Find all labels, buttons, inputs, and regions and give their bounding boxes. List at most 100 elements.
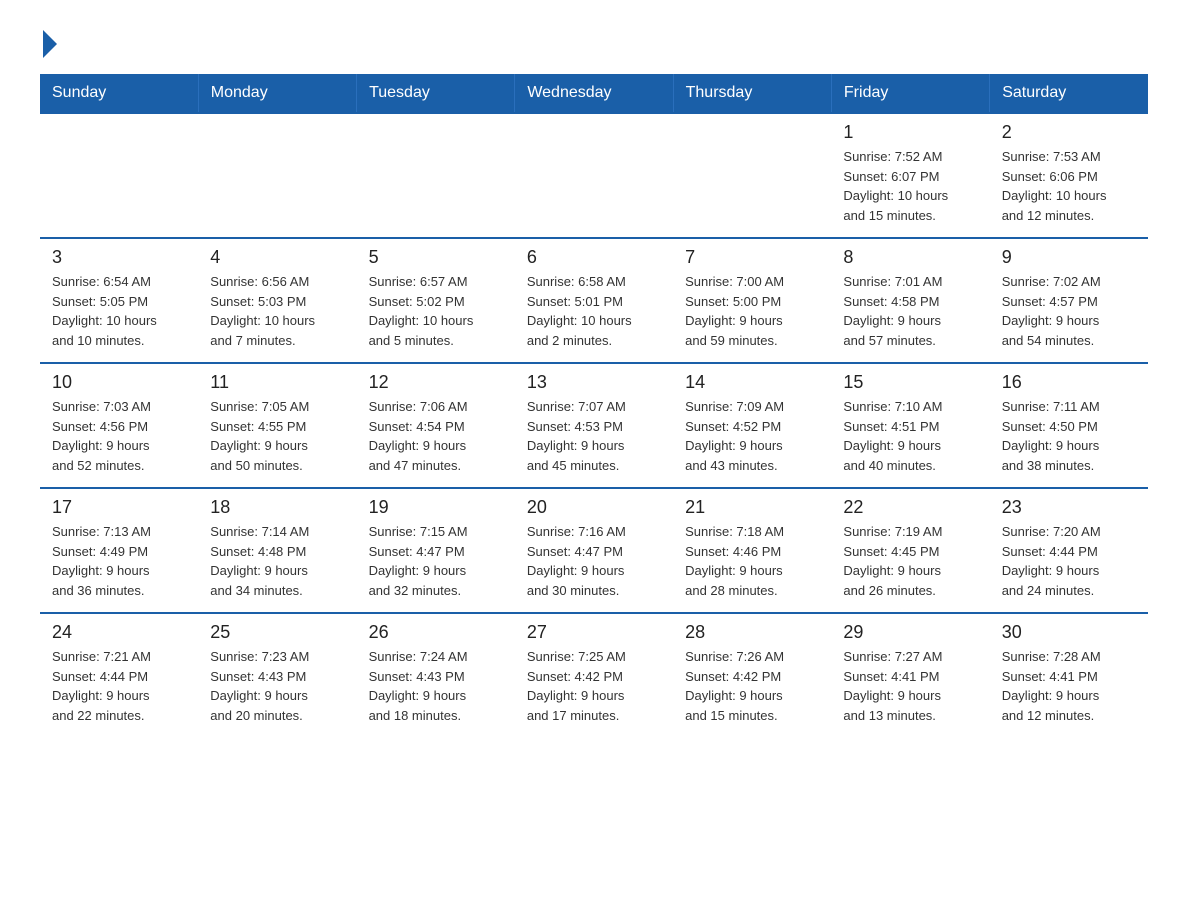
day-info: Sunrise: 7:00 AM Sunset: 5:00 PM Dayligh… (685, 272, 819, 350)
calendar-cell (357, 113, 515, 238)
calendar-week-row: 24Sunrise: 7:21 AM Sunset: 4:44 PM Dayli… (40, 613, 1148, 737)
day-info: Sunrise: 6:54 AM Sunset: 5:05 PM Dayligh… (52, 272, 186, 350)
calendar-cell: 23 Sunrise: 7:20 AM Sunset: 4:44 PM Dayli… (990, 488, 1148, 613)
day-header-wednesday: Wednesday (515, 74, 673, 113)
day-info: Sunrise: 7:07 AM Sunset: 4:53 PM Dayligh… (527, 397, 661, 475)
calendar-cell: 27 Sunrise: 7:25 AM Sunset: 4:42 PM Dayli… (515, 613, 673, 737)
day-number: 29 (843, 622, 977, 643)
calendar-week-row: 3 Sunrise: 6:54 AM Sunset: 5:05 PM Daylig… (40, 238, 1148, 363)
calendar-cell: 20Sunrise: 7:16 AM Sunset: 4:47 PM Dayli… (515, 488, 673, 613)
day-info: Sunrise: 7:03 AM Sunset: 4:56 PM Dayligh… (52, 397, 186, 475)
day-info: Sunrise: 7:06 AM Sunset: 4:54 PM Dayligh… (369, 397, 503, 475)
calendar-cell: 15 Sunrise: 7:10 AM Sunset: 4:51 PM Dayli… (831, 363, 989, 488)
day-number: 23 (1002, 497, 1136, 518)
calendar-cell: 26 Sunrise: 7:24 AM Sunset: 4:43 PM Dayli… (357, 613, 515, 737)
day-header-monday: Monday (198, 74, 356, 113)
day-number: 2 (1002, 122, 1136, 143)
day-info: Sunrise: 7:25 AM Sunset: 4:42 PM Dayligh… (527, 647, 661, 725)
day-header-sunday: Sunday (40, 74, 198, 113)
day-info: Sunrise: 7:23 AM Sunset: 4:43 PM Dayligh… (210, 647, 344, 725)
day-info: Sunrise: 7:24 AM Sunset: 4:43 PM Dayligh… (369, 647, 503, 725)
day-header-saturday: Saturday (990, 74, 1148, 113)
calendar-cell (198, 113, 356, 238)
calendar-cell: 22Sunrise: 7:19 AM Sunset: 4:45 PM Dayli… (831, 488, 989, 613)
calendar-cell: 28 Sunrise: 7:26 AM Sunset: 4:42 PM Dayli… (673, 613, 831, 737)
day-number: 8 (843, 247, 977, 268)
day-info: Sunrise: 6:56 AM Sunset: 5:03 PM Dayligh… (210, 272, 344, 350)
calendar-cell (673, 113, 831, 238)
calendar-cell: 19 Sunrise: 7:15 AM Sunset: 4:47 PM Dayli… (357, 488, 515, 613)
day-number: 13 (527, 372, 661, 393)
calendar-cell: 12 Sunrise: 7:06 AM Sunset: 4:54 PM Dayli… (357, 363, 515, 488)
calendar-week-row: 10 Sunrise: 7:03 AM Sunset: 4:56 PM Dayli… (40, 363, 1148, 488)
calendar-table: SundayMondayTuesdayWednesdayThursdayFrid… (40, 74, 1148, 737)
day-header-friday: Friday (831, 74, 989, 113)
calendar-cell: 2 Sunrise: 7:53 AM Sunset: 6:06 PM Daylig… (990, 113, 1148, 238)
calendar-cell: 8 Sunrise: 7:01 AM Sunset: 4:58 PM Daylig… (831, 238, 989, 363)
day-number: 21 (685, 497, 819, 518)
calendar-cell: 9 Sunrise: 7:02 AM Sunset: 4:57 PM Daylig… (990, 238, 1148, 363)
day-number: 10 (52, 372, 186, 393)
day-number: 18 (210, 497, 344, 518)
day-number: 1 (843, 122, 977, 143)
day-info: Sunrise: 6:58 AM Sunset: 5:01 PM Dayligh… (527, 272, 661, 350)
day-number: 9 (1002, 247, 1136, 268)
day-info: Sunrise: 7:11 AM Sunset: 4:50 PM Dayligh… (1002, 397, 1136, 475)
calendar-cell: 25 Sunrise: 7:23 AM Sunset: 4:43 PM Dayli… (198, 613, 356, 737)
day-info: Sunrise: 7:18 AM Sunset: 4:46 PM Dayligh… (685, 522, 819, 600)
day-number: 19 (369, 497, 503, 518)
day-info: Sunrise: 7:13 AM Sunset: 4:49 PM Dayligh… (52, 522, 186, 600)
calendar-cell: 18Sunrise: 7:14 AM Sunset: 4:48 PM Dayli… (198, 488, 356, 613)
calendar-week-row: 17 Sunrise: 7:13 AM Sunset: 4:49 PM Dayli… (40, 488, 1148, 613)
day-number: 30 (1002, 622, 1136, 643)
day-number: 15 (843, 372, 977, 393)
calendar-cell: 4 Sunrise: 6:56 AM Sunset: 5:03 PM Daylig… (198, 238, 356, 363)
day-info: Sunrise: 7:05 AM Sunset: 4:55 PM Dayligh… (210, 397, 344, 475)
day-number: 4 (210, 247, 344, 268)
day-info: Sunrise: 7:53 AM Sunset: 6:06 PM Dayligh… (1002, 147, 1136, 225)
page-header (40, 30, 1148, 54)
calendar-cell: 10 Sunrise: 7:03 AM Sunset: 4:56 PM Dayli… (40, 363, 198, 488)
calendar-cell: 3 Sunrise: 6:54 AM Sunset: 5:05 PM Daylig… (40, 238, 198, 363)
day-header-tuesday: Tuesday (357, 74, 515, 113)
calendar-cell: 21 Sunrise: 7:18 AM Sunset: 4:46 PM Dayli… (673, 488, 831, 613)
calendar-cell: 13 Sunrise: 7:07 AM Sunset: 4:53 PM Dayli… (515, 363, 673, 488)
day-info: Sunrise: 7:02 AM Sunset: 4:57 PM Dayligh… (1002, 272, 1136, 350)
day-info: Sunrise: 7:26 AM Sunset: 4:42 PM Dayligh… (685, 647, 819, 725)
calendar-week-row: 1 Sunrise: 7:52 AM Sunset: 6:07 PM Daylig… (40, 113, 1148, 238)
day-number: 25 (210, 622, 344, 643)
calendar-cell: 17 Sunrise: 7:13 AM Sunset: 4:49 PM Dayli… (40, 488, 198, 613)
day-number: 12 (369, 372, 503, 393)
logo (40, 30, 57, 54)
calendar-cell: 5 Sunrise: 6:57 AM Sunset: 5:02 PM Daylig… (357, 238, 515, 363)
day-info: Sunrise: 7:01 AM Sunset: 4:58 PM Dayligh… (843, 272, 977, 350)
day-info: Sunrise: 7:27 AM Sunset: 4:41 PM Dayligh… (843, 647, 977, 725)
calendar-cell (515, 113, 673, 238)
day-number: 27 (527, 622, 661, 643)
day-info: Sunrise: 7:52 AM Sunset: 6:07 PM Dayligh… (843, 147, 977, 225)
day-header-thursday: Thursday (673, 74, 831, 113)
day-number: 6 (527, 247, 661, 268)
calendar-cell (40, 113, 198, 238)
day-number: 7 (685, 247, 819, 268)
day-info: Sunrise: 7:28 AM Sunset: 4:41 PM Dayligh… (1002, 647, 1136, 725)
calendar-cell: 16 Sunrise: 7:11 AM Sunset: 4:50 PM Dayli… (990, 363, 1148, 488)
day-number: 16 (1002, 372, 1136, 393)
calendar-cell: 11 Sunrise: 7:05 AM Sunset: 4:55 PM Dayli… (198, 363, 356, 488)
day-info: Sunrise: 7:20 AM Sunset: 4:44 PM Dayligh… (1002, 522, 1136, 600)
day-number: 28 (685, 622, 819, 643)
day-number: 3 (52, 247, 186, 268)
day-info: Sunrise: 7:15 AM Sunset: 4:47 PM Dayligh… (369, 522, 503, 600)
day-info: Sunrise: 7:09 AM Sunset: 4:52 PM Dayligh… (685, 397, 819, 475)
day-number: 26 (369, 622, 503, 643)
calendar-cell: 6 Sunrise: 6:58 AM Sunset: 5:01 PM Daylig… (515, 238, 673, 363)
day-number: 17 (52, 497, 186, 518)
day-info: Sunrise: 7:21 AM Sunset: 4:44 PM Dayligh… (52, 647, 186, 725)
calendar-cell: 29 Sunrise: 7:27 AM Sunset: 4:41 PM Dayli… (831, 613, 989, 737)
day-info: Sunrise: 7:10 AM Sunset: 4:51 PM Dayligh… (843, 397, 977, 475)
day-number: 11 (210, 372, 344, 393)
day-info: Sunrise: 6:57 AM Sunset: 5:02 PM Dayligh… (369, 272, 503, 350)
day-number: 20 (527, 497, 661, 518)
day-number: 5 (369, 247, 503, 268)
calendar-header-row: SundayMondayTuesdayWednesdayThursdayFrid… (40, 74, 1148, 113)
